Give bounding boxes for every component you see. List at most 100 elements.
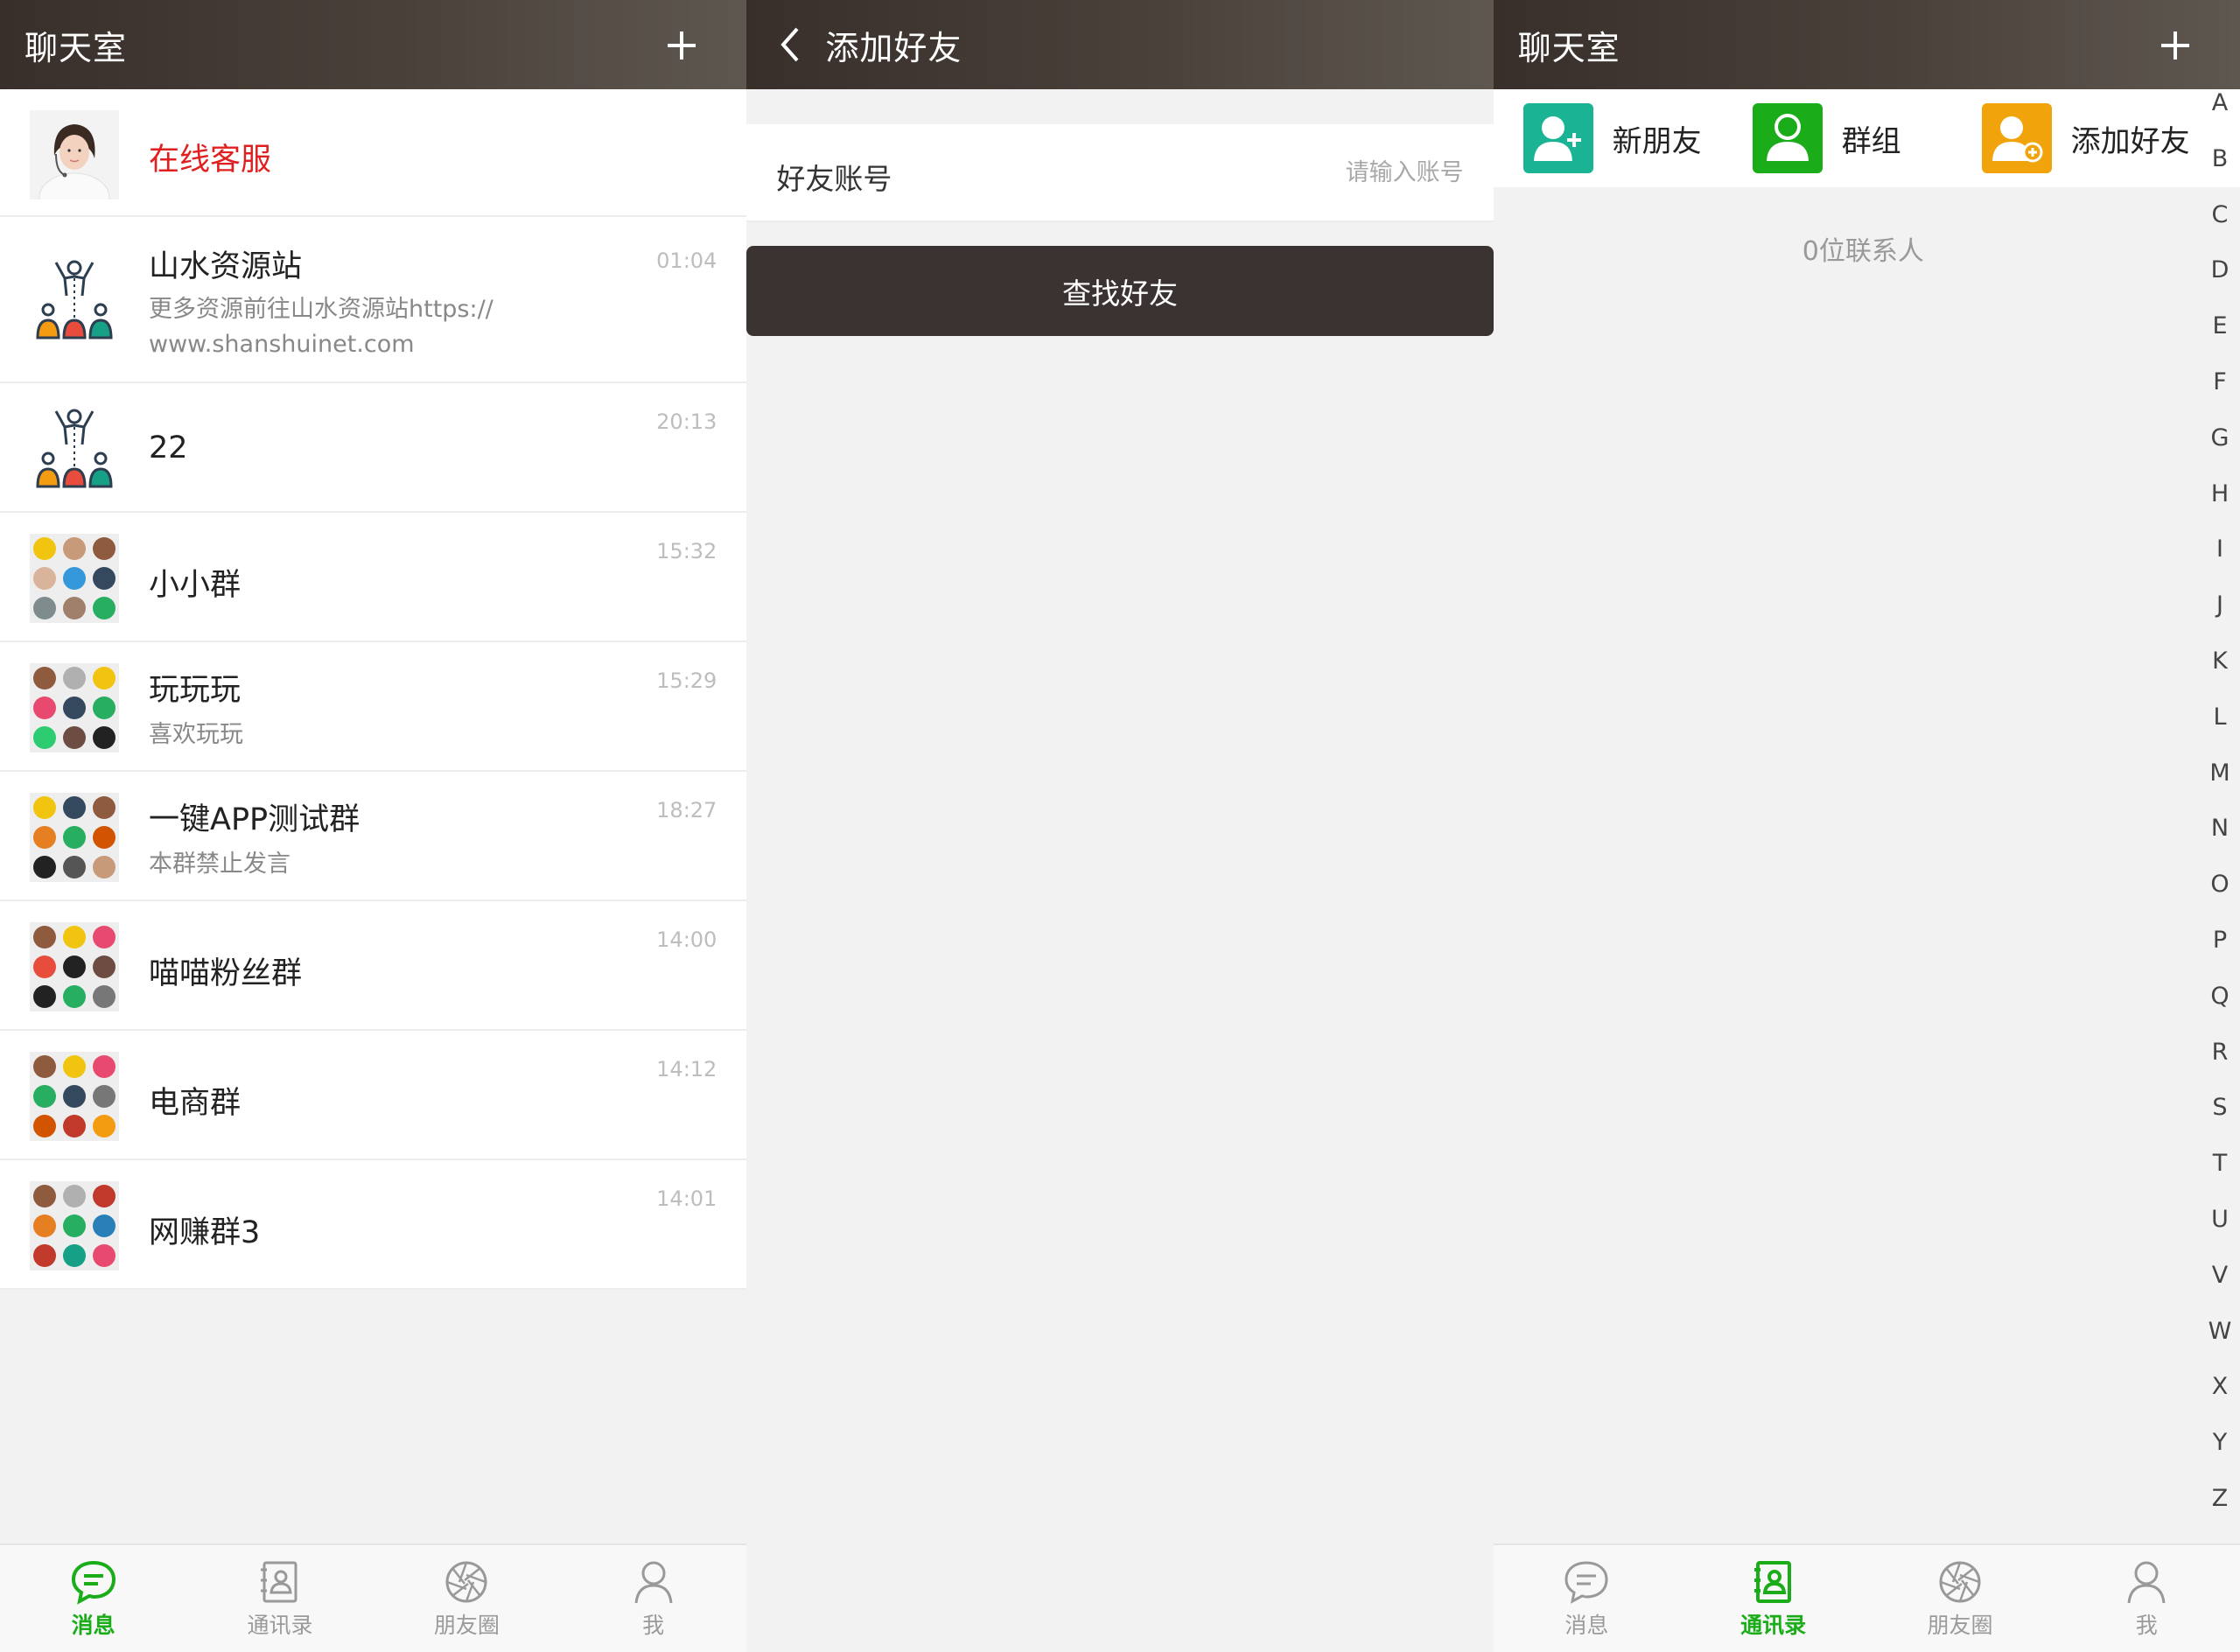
chat-bubble-icon <box>1564 1561 1608 1604</box>
chat-item[interactable]: 山水资源站 更多资源前往山水资源站https:// www.shanshuine… <box>0 217 747 383</box>
chat-item[interactable]: 电商群 14:12 <box>0 1031 747 1160</box>
index-letter[interactable]: M <box>2200 760 2240 816</box>
tab-label: 朋友圈 <box>1927 1613 1993 1638</box>
bottom-tabbar: 消息 通讯录 朋友圈 我 <box>1493 1544 2240 1652</box>
tab-moments[interactable]: 朋友圈 <box>1866 1545 2053 1652</box>
back-arrow-icon[interactable] <box>773 20 808 69</box>
contacts-screen: 聊天室 新朋友 群组 添加好友 0位联系人 A B C D E F G H I … <box>1493 0 2240 1652</box>
bottom-tabbar: 消息 通讯录 朋友圈 我 <box>0 1544 747 1652</box>
person-icon <box>2127 1561 2166 1604</box>
chat-preview-continued: www.shanshuinet.com <box>149 331 415 358</box>
plus-icon[interactable] <box>2151 21 2200 70</box>
account-field-row: 好友账号 <box>746 124 1494 222</box>
chat-preview: 更多资源前往山水资源站https:// <box>149 296 494 323</box>
shortcut-label: 新朋友 <box>1612 123 1702 159</box>
chat-time: 14:12 <box>656 1057 718 1082</box>
chat-time: 18:27 <box>656 798 718 822</box>
tab-moments[interactable]: 朋友圈 <box>374 1545 560 1652</box>
index-letter[interactable]: S <box>2200 1094 2240 1150</box>
index-letter[interactable]: L <box>2200 704 2240 760</box>
group-grid-avatar <box>30 1181 119 1270</box>
chat-bubble-icon <box>71 1560 116 1605</box>
tab-label: 我 <box>2135 1613 2158 1638</box>
chat-time: 14:00 <box>656 928 718 952</box>
top-navbar: 聊天室 <box>0 0 747 89</box>
alphabet-index: ABCDEFGHIJKLMNOPQRSTUVWXYZ <box>2200 89 2240 1541</box>
chat-name: 喵喵粉丝群 <box>149 956 303 991</box>
add-friend-icon <box>1981 103 2052 173</box>
find-friend-button[interactable]: 查找好友 <box>746 246 1494 336</box>
index-letter[interactable]: C <box>2200 201 2240 257</box>
chat-list: 在线客服 山水资源站 更多资源前往山水资源站https:// www.shans… <box>0 89 747 1290</box>
chat-list-screen: 聊天室 在线客服 山水资源站 更多资源前往山水资源站https:// www.s… <box>0 0 747 1652</box>
index-letter[interactable]: Q <box>2200 983 2240 1039</box>
tab-me[interactable]: 我 <box>560 1545 746 1652</box>
top-navbar: 添加好友 <box>746 0 1494 89</box>
chat-time: 14:01 <box>656 1186 718 1211</box>
new-friends-button[interactable]: 新朋友 <box>1522 103 1702 173</box>
chat-item[interactable]: 22 20:13 <box>0 383 747 513</box>
aperture-icon <box>445 1561 487 1603</box>
chat-time: 01:04 <box>656 248 718 273</box>
index-letter[interactable]: O <box>2200 871 2240 927</box>
tab-contacts[interactable]: 通讯录 <box>186 1545 373 1652</box>
chat-preview: 喜欢玩玩 <box>149 721 243 748</box>
index-letter[interactable]: U <box>2200 1206 2240 1262</box>
tab-messages[interactable]: 消息 <box>1494 1545 1680 1652</box>
index-letter[interactable]: B <box>2200 145 2240 201</box>
index-letter[interactable]: J <box>2200 592 2240 648</box>
people-tree-icon <box>36 260 113 340</box>
group-grid-avatar <box>30 1052 119 1141</box>
chat-item[interactable]: 小小群 15:32 <box>0 513 747 642</box>
tab-label: 通讯录 <box>247 1613 313 1638</box>
contacts-book-icon <box>1754 1561 1791 1603</box>
tab-messages[interactable]: 消息 <box>0 1545 186 1652</box>
group-icon <box>1752 103 1823 173</box>
tab-me[interactable]: 我 <box>2054 1545 2240 1652</box>
chat-item[interactable]: 一键APP测试群 本群禁止发言 18:27 <box>0 772 747 901</box>
plus-icon[interactable] <box>657 21 706 70</box>
index-letter[interactable]: V <box>2200 1262 2240 1318</box>
index-letter[interactable]: R <box>2200 1039 2240 1095</box>
contacts-count: 0位联系人 <box>1802 236 1924 267</box>
index-letter[interactable]: I <box>2200 536 2240 592</box>
chat-item[interactable]: 玩玩玩 喜欢玩玩 15:29 <box>0 642 747 772</box>
index-letter[interactable]: W <box>2200 1318 2240 1374</box>
top-navbar: 聊天室 <box>1493 0 2240 89</box>
chat-time: 20:13 <box>656 410 718 434</box>
online-service-row[interactable]: 在线客服 <box>0 89 747 217</box>
index-letter[interactable]: A <box>2200 89 2240 145</box>
index-letter[interactable]: G <box>2200 424 2240 480</box>
page-title: 聊天室 <box>24 28 128 67</box>
chat-preview: 本群禁止发言 <box>149 850 290 878</box>
tab-contacts[interactable]: 通讯录 <box>1680 1545 1866 1652</box>
chat-name: 网赚群3 <box>149 1215 261 1250</box>
index-letter[interactable]: K <box>2200 648 2240 704</box>
index-letter[interactable]: T <box>2200 1150 2240 1206</box>
index-letter[interactable]: P <box>2200 927 2240 983</box>
groups-button[interactable]: 群组 <box>1752 103 1901 173</box>
page-title: 添加好友 <box>825 28 962 67</box>
chat-item[interactable]: 网赚群3 14:01 <box>0 1160 747 1290</box>
chat-item[interactable]: 喵喵粉丝群 14:00 <box>0 901 747 1031</box>
page-title: 聊天室 <box>1517 28 1620 67</box>
group-grid-avatar <box>30 663 119 752</box>
shortcut-label: 添加好友 <box>2070 123 2190 159</box>
index-letter[interactable]: Y <box>2200 1429 2240 1485</box>
chat-name: 22 <box>149 430 188 466</box>
index-letter[interactable]: Z <box>2200 1485 2240 1541</box>
account-input[interactable] <box>1113 150 1464 194</box>
service-agent-avatar <box>30 110 119 200</box>
add-friend-button[interactable]: 添加好友 <box>1981 103 2190 173</box>
chat-name: 玩玩玩 <box>149 673 242 708</box>
index-letter[interactable]: X <box>2200 1373 2240 1429</box>
index-letter[interactable]: N <box>2200 815 2240 871</box>
chat-time: 15:29 <box>656 668 718 693</box>
new-friend-icon <box>1522 103 1593 173</box>
add-friend-screen: 添加好友 好友账号 查找好友 <box>746 0 1494 1652</box>
index-letter[interactable]: F <box>2200 368 2240 424</box>
index-letter[interactable]: H <box>2200 480 2240 536</box>
index-letter[interactable]: D <box>2200 256 2240 312</box>
index-letter[interactable]: E <box>2200 312 2240 368</box>
chat-name: 一键APP测试群 <box>149 802 360 837</box>
